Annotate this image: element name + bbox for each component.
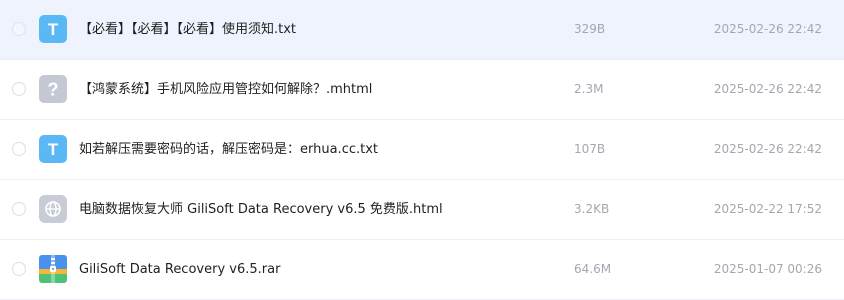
file-row[interactable]: ? 【鸿蒙系统】手机风险应用管控如何解除？.mhtml 2.3M 2025-02… xyxy=(0,60,844,120)
file-list: T 【必看】【必看】【必看】使用须知.txt 329B 2025-02-26 2… xyxy=(0,0,844,300)
file-size: 2.3M xyxy=(574,82,604,96)
row-select-radio[interactable] xyxy=(12,262,26,276)
svg-text:T: T xyxy=(48,20,59,39)
row-select-radio[interactable] xyxy=(12,22,26,36)
file-date: 2025-02-26 22:42 xyxy=(713,142,822,156)
row-select-radio[interactable] xyxy=(12,202,26,216)
svg-text:?: ? xyxy=(48,80,59,100)
file-row[interactable]: GiliSoft Data Recovery v6.5.rar 64.6M 20… xyxy=(0,240,844,300)
file-size: 64.6M xyxy=(574,262,612,276)
file-name[interactable]: 【必看】【必看】【必看】使用须知.txt xyxy=(79,0,296,59)
row-select-radio[interactable] xyxy=(12,82,26,96)
file-row[interactable]: T 【必看】【必看】【必看】使用须知.txt 329B 2025-02-26 2… xyxy=(0,0,844,60)
svg-text:T: T xyxy=(48,140,59,159)
file-date: 2025-02-26 22:42 xyxy=(713,82,822,96)
file-name[interactable]: GiliSoft Data Recovery v6.5.rar xyxy=(79,240,280,299)
file-name[interactable]: 如若解压需要密码的话，解压密码是：erhua.cc.txt xyxy=(79,120,378,179)
unknown-file-icon: ? xyxy=(39,75,67,103)
file-size: 107B xyxy=(574,142,606,156)
file-size: 329B xyxy=(574,22,606,36)
text-file-icon: T xyxy=(39,15,67,43)
file-date: 2025-02-26 22:42 xyxy=(713,22,822,36)
file-size: 3.2KB xyxy=(574,202,610,216)
archive-file-icon xyxy=(39,255,67,283)
file-name[interactable]: 【鸿蒙系统】手机风险应用管控如何解除？.mhtml xyxy=(79,60,372,119)
file-name[interactable]: 电脑数据恢复大师 GiliSoft Data Recovery v6.5 免费版… xyxy=(79,180,443,239)
file-row[interactable]: T 如若解压需要密码的话，解压密码是：erhua.cc.txt 107B 202… xyxy=(0,120,844,180)
file-date: 2025-01-07 00:26 xyxy=(713,262,822,276)
web-file-icon xyxy=(39,195,67,223)
row-select-radio[interactable] xyxy=(12,142,26,156)
file-date: 2025-02-22 17:52 xyxy=(713,202,822,216)
text-file-icon: T xyxy=(39,135,67,163)
file-row[interactable]: 电脑数据恢复大师 GiliSoft Data Recovery v6.5 免费版… xyxy=(0,180,844,240)
